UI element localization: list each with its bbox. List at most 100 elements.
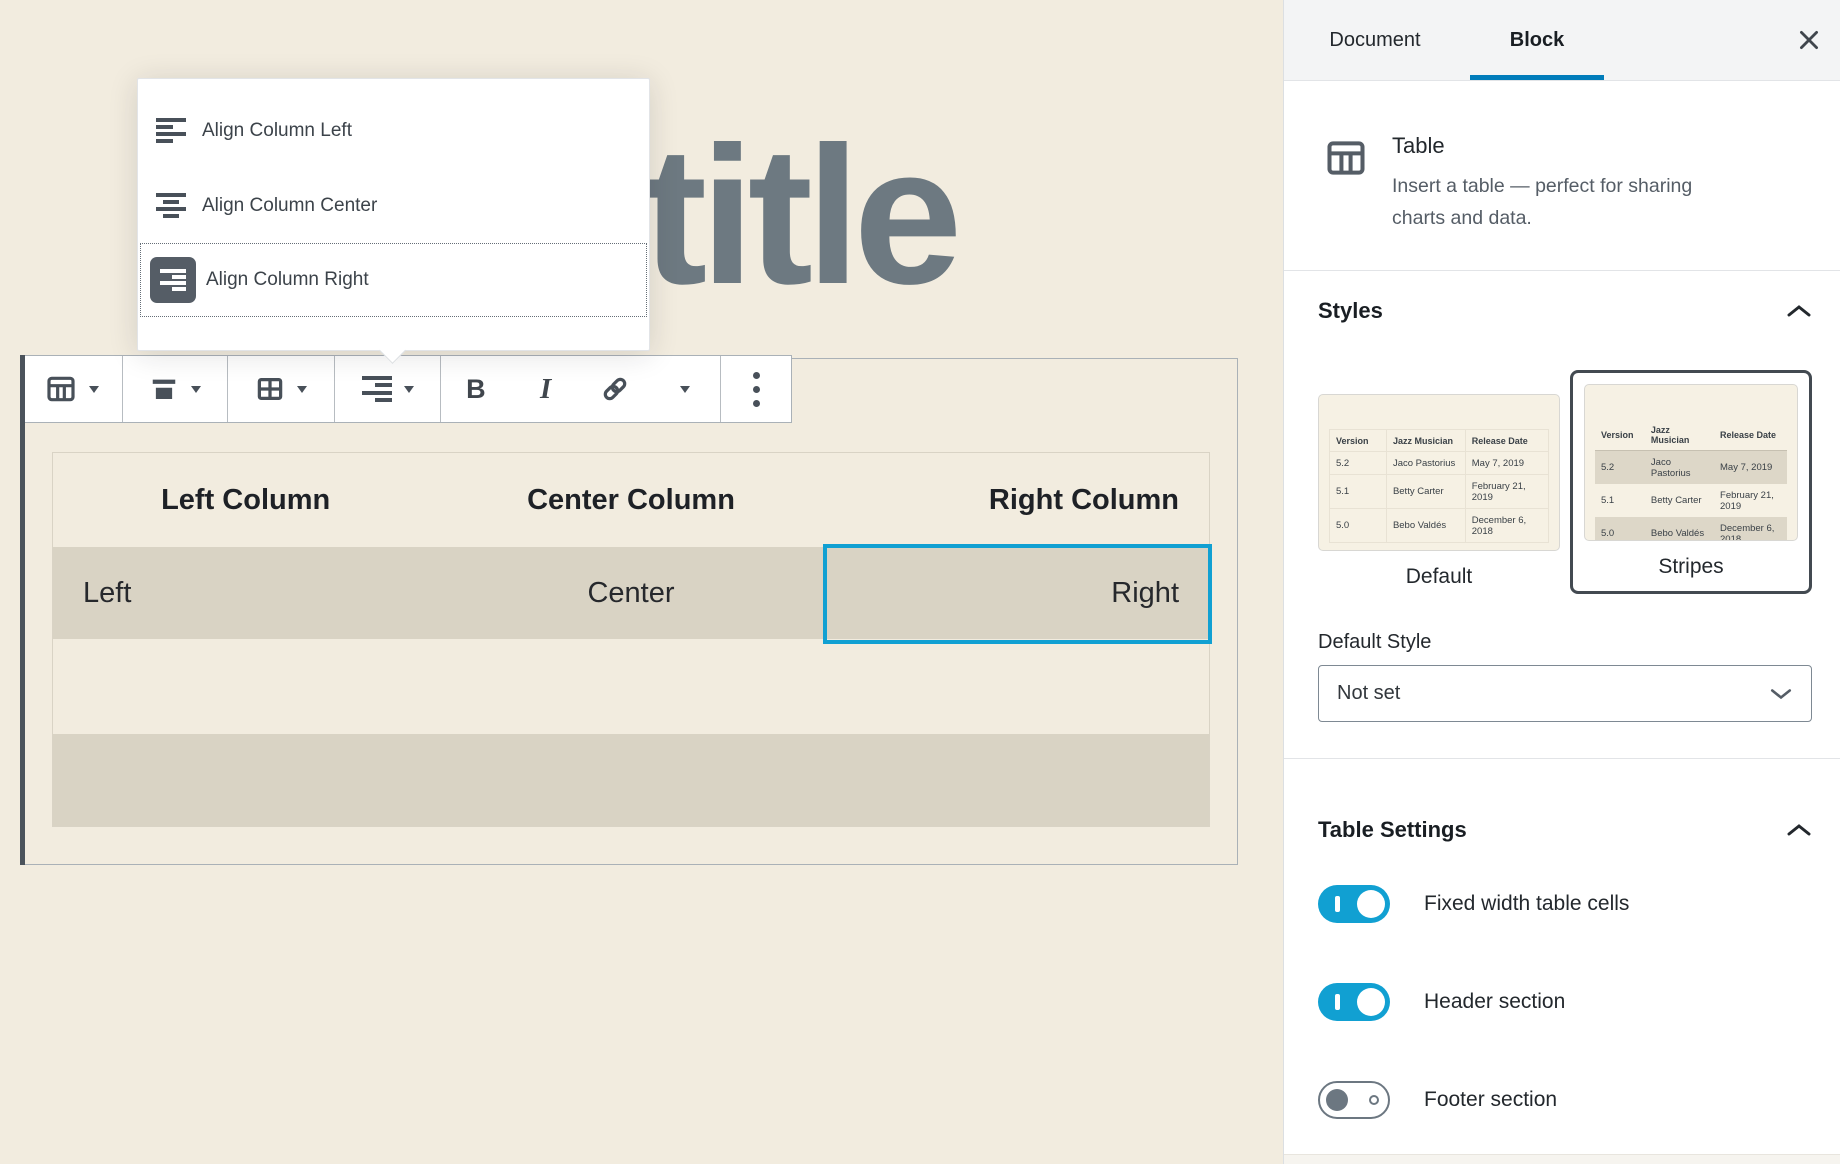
table-cell[interactable] bbox=[438, 734, 823, 826]
chevron-down-icon bbox=[89, 386, 99, 393]
header-section-toggle[interactable] bbox=[1318, 983, 1390, 1021]
panel-title: Table Settings bbox=[1318, 817, 1467, 843]
preview-cell: May 7, 2019 bbox=[1465, 452, 1548, 475]
block-alignment-button[interactable] bbox=[123, 356, 228, 422]
styles-panel: Styles Version Jazz Musician Release Dat… bbox=[1284, 270, 1840, 758]
style-label-stripes: Stripes bbox=[1658, 555, 1723, 579]
block-align-icon bbox=[149, 374, 179, 404]
style-option-default[interactable]: Version Jazz Musician Release Date 5.2Ja… bbox=[1318, 370, 1560, 595]
table-row bbox=[53, 734, 1209, 826]
preview-header: Jazz Musician bbox=[1386, 430, 1465, 452]
style-preview-default: Version Jazz Musician Release Date 5.2Ja… bbox=[1318, 394, 1560, 551]
edit-table-button[interactable] bbox=[228, 356, 335, 422]
close-sidebar-button[interactable] bbox=[1796, 27, 1822, 53]
preview-cell: May 7, 2019 bbox=[1714, 451, 1787, 485]
align-left-icon bbox=[156, 118, 186, 144]
menu-item-label: Align Column Right bbox=[206, 269, 369, 291]
italic-button[interactable]: I bbox=[511, 356, 581, 422]
table-grid-icon bbox=[255, 374, 285, 404]
chevron-up-icon bbox=[1786, 303, 1812, 319]
chevron-down-icon bbox=[191, 386, 201, 393]
style-option-stripes-selected[interactable]: Version Jazz Musician Release Date 5.2Ja… bbox=[1570, 370, 1812, 594]
table-settings-panel: Table Settings Fixed width table cells H… bbox=[1284, 758, 1840, 1155]
block-info-card: Table Insert a table — perfect for shari… bbox=[1284, 81, 1840, 270]
sidebar-tabs: Document Block bbox=[1284, 0, 1840, 81]
column-alignment-menu: Align Column Left Align Column Center Al… bbox=[137, 78, 650, 351]
preview-header: Release Date bbox=[1465, 430, 1548, 452]
chevron-down-icon bbox=[297, 386, 307, 393]
preview-header: Release Date bbox=[1714, 419, 1787, 451]
table-cell[interactable]: Center bbox=[438, 547, 823, 639]
menu-item-align-column-left[interactable]: Align Column Left bbox=[138, 93, 649, 168]
column-alignment-button[interactable] bbox=[335, 356, 441, 422]
preview-cell: December 6, 2018 bbox=[1465, 509, 1548, 543]
preview-cell: Jaco Pastorius bbox=[1645, 451, 1714, 485]
toggle-label: Header section bbox=[1424, 990, 1565, 1014]
preview-cell: 5.2 bbox=[1595, 451, 1645, 485]
preview-cell: December 6, 2018 bbox=[1714, 517, 1787, 541]
settings-sidebar: Document Block Table Insert a table — pe… bbox=[1283, 0, 1840, 1164]
menu-item-align-column-center[interactable]: Align Column Center bbox=[138, 168, 649, 243]
more-formats-button[interactable] bbox=[650, 356, 720, 422]
table-cell[interactable] bbox=[824, 639, 1209, 734]
preview-header: Version bbox=[1330, 430, 1387, 452]
select-value: Not set bbox=[1337, 682, 1400, 705]
preview-cell: February 21, 2019 bbox=[1714, 484, 1787, 517]
tab-block[interactable]: Block bbox=[1466, 0, 1608, 80]
table-row: Left Center Right bbox=[53, 547, 1209, 639]
table-cell[interactable] bbox=[824, 734, 1209, 826]
table-header-cell[interactable]: Left Column bbox=[53, 453, 438, 547]
table-header-cell[interactable]: Center Column bbox=[438, 453, 823, 547]
table-block-icon bbox=[45, 373, 77, 405]
preview-cell: Bebo Valdés bbox=[1386, 509, 1465, 543]
bold-button[interactable]: B bbox=[441, 356, 511, 422]
default-style-label: Default Style bbox=[1318, 631, 1812, 654]
table-cell[interactable]: Left bbox=[53, 547, 438, 639]
default-style-select[interactable]: Not set bbox=[1318, 665, 1812, 722]
table-settings-panel-header[interactable]: Table Settings bbox=[1318, 817, 1812, 843]
table-cell[interactable] bbox=[438, 639, 823, 734]
post-title[interactable]: title bbox=[642, 118, 955, 314]
table-cell[interactable] bbox=[53, 734, 438, 826]
link-button[interactable] bbox=[581, 356, 651, 422]
preview-cell: Betty Carter bbox=[1645, 484, 1714, 517]
tab-document[interactable]: Document bbox=[1284, 0, 1466, 80]
block-type-switcher[interactable] bbox=[21, 356, 123, 422]
menu-item-label: Align Column Center bbox=[202, 195, 377, 217]
block-name: Table bbox=[1392, 133, 1697, 159]
menu-item-label: Align Column Left bbox=[202, 120, 352, 142]
style-options: Version Jazz Musician Release Date 5.2Ja… bbox=[1318, 370, 1812, 595]
table-row bbox=[53, 639, 1209, 734]
panel-title: Styles bbox=[1318, 298, 1383, 324]
preview-cell: 5.1 bbox=[1595, 484, 1645, 517]
toggle-label: Fixed width table cells bbox=[1424, 892, 1629, 916]
chevron-down-icon bbox=[404, 386, 414, 393]
menu-item-align-column-right[interactable]: Align Column Right bbox=[140, 243, 647, 317]
table-header-cell[interactable]: Right Column bbox=[824, 453, 1209, 547]
style-preview-stripes: Version Jazz Musician Release Date 5.2Ja… bbox=[1584, 384, 1798, 541]
link-icon bbox=[600, 374, 630, 404]
table-cell[interactable] bbox=[53, 639, 438, 734]
toggle-label: Footer section bbox=[1424, 1088, 1557, 1112]
table-header-row: Left Column Center Column Right Column bbox=[53, 453, 1209, 547]
fixed-width-toggle[interactable] bbox=[1318, 885, 1390, 923]
setting-footer-section: Footer section bbox=[1318, 1081, 1812, 1119]
preview-cell: Jaco Pastorius bbox=[1386, 452, 1465, 475]
table-block: Left Column Center Column Right Column L… bbox=[52, 452, 1210, 827]
sidebar-bottom-band bbox=[1284, 1154, 1840, 1164]
styles-panel-header[interactable]: Styles bbox=[1318, 298, 1812, 324]
preview-cell: 5.0 bbox=[1330, 509, 1387, 543]
more-options-button[interactable] bbox=[721, 356, 791, 422]
preview-cell: Betty Carter bbox=[1386, 475, 1465, 509]
chevron-up-icon bbox=[1786, 822, 1812, 838]
footer-section-toggle[interactable] bbox=[1318, 1081, 1390, 1119]
preview-cell: February 21, 2019 bbox=[1465, 475, 1548, 509]
style-label-default: Default bbox=[1406, 565, 1473, 589]
kebab-menu-icon bbox=[753, 372, 760, 407]
block-description: Insert a table — perfect for sharing cha… bbox=[1392, 171, 1697, 234]
preview-cell: 5.2 bbox=[1330, 452, 1387, 475]
preview-header: Version bbox=[1595, 419, 1645, 451]
table-cell-selected[interactable]: Right bbox=[824, 547, 1209, 639]
align-right-icon bbox=[362, 376, 392, 402]
align-center-icon bbox=[156, 193, 186, 219]
